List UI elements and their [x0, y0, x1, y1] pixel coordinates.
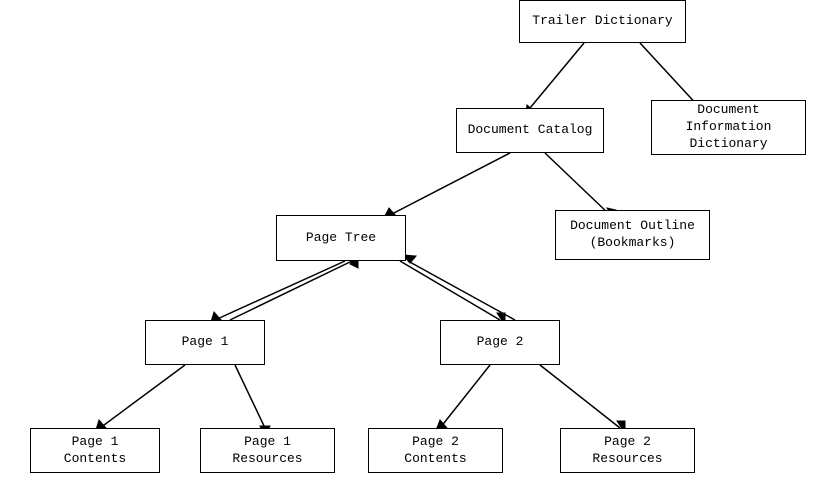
trailer-node: Trailer Dictionary — [519, 0, 686, 43]
outline-node: Document Outline (Bookmarks) — [555, 210, 710, 260]
catalog-node: Document Catalog — [456, 108, 604, 153]
page1-resources-node: Page 1 Resources — [200, 428, 335, 473]
page2-contents-node: Page 2 Contents — [368, 428, 503, 473]
info-node: Document Information Dictionary — [651, 100, 806, 155]
page1-contents-node: Page 1 Contents — [30, 428, 160, 473]
page2-resources-node: Page 2 Resources — [560, 428, 695, 473]
page2-node: Page 2 — [440, 320, 560, 365]
page1-node: Page 1 — [145, 320, 265, 365]
diagram: Trailer Dictionary Document Catalog Docu… — [0, 0, 819, 503]
page-tree-node: Page Tree — [276, 215, 406, 261]
